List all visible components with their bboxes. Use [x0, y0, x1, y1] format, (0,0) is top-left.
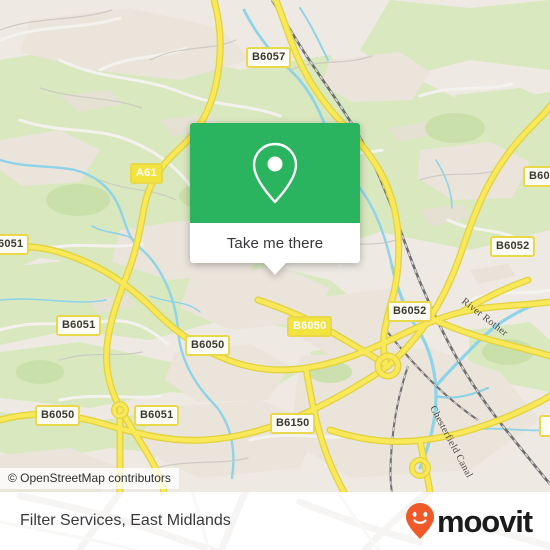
- road-label-b6050-southwest: B6050: [35, 405, 81, 426]
- moovit-brand-logo[interactable]: moovit: [405, 502, 533, 540]
- road-label-b6052-upper: B6052: [490, 236, 536, 257]
- moovit-wordmark: moovit: [436, 503, 533, 539]
- popup-header: [190, 123, 360, 223]
- popup-action-bar[interactable]: Take me there: [190, 223, 360, 263]
- road-label-a61: A61: [130, 163, 163, 184]
- moovit-map-screenshot: B6057 A61 6051 B605 B6052 B6051 B6052 B6…: [0, 0, 550, 550]
- road-label-b6052-mid: B6052: [387, 301, 433, 322]
- page-title: Filter Services, East Midlands: [20, 512, 231, 529]
- moovit-pin-smile-icon: [405, 503, 434, 539]
- footer-bar: Filter Services, East Midlands moovit: [0, 492, 550, 550]
- popup-tail-arrow: [264, 263, 286, 275]
- take-me-there-label: Take me there: [226, 234, 324, 252]
- road-label-b6051-west: B6051: [56, 315, 102, 336]
- road-label-b6051-south: B6051: [134, 405, 180, 426]
- road-label-b6050-west: B6050: [185, 335, 231, 356]
- location-popup-card[interactable]: Take me there: [190, 123, 360, 275]
- map-pin-icon: [252, 142, 298, 204]
- map-canvas[interactable]: B6057 A61 6051 B605 B6052 B6051 B6052 B6…: [0, 0, 550, 492]
- road-label-b6057: B6057: [246, 47, 292, 68]
- road-label-b6051-left-edge: 6051: [0, 234, 30, 255]
- road-label-b6050-center: B6050: [287, 316, 333, 337]
- road-label-edge-clipped: [539, 415, 550, 437]
- road-label-b6052-right-edge: B605: [523, 166, 550, 187]
- openstreetmap-attribution[interactable]: © OpenStreetMap contributors: [0, 468, 179, 489]
- road-label-b6150: B6150: [270, 413, 316, 434]
